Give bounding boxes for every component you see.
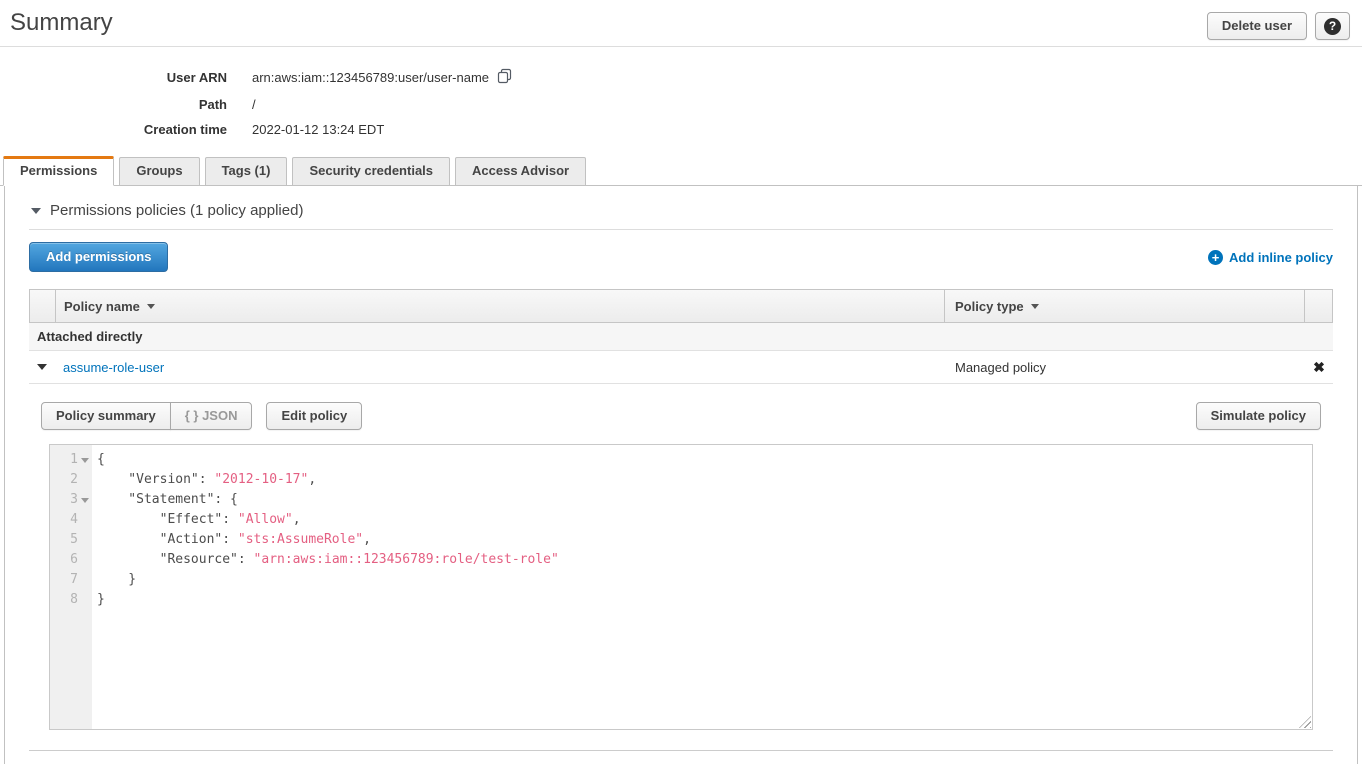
fold-toggle-icon[interactable] [78, 498, 92, 503]
sort-caret-icon [1031, 304, 1039, 309]
policy-name-cell: assume-role-user [55, 360, 945, 375]
detail-row-creation-time: Creation time 2022-01-12 13:24 EDT [0, 117, 1362, 142]
tab-security-credentials[interactable]: Security credentials [292, 157, 450, 186]
header-actions: Delete user ? [1207, 8, 1352, 40]
add-permissions-button[interactable]: Add permissions [29, 242, 168, 272]
line-number: 3 [50, 490, 78, 510]
table-header: Policy name Policy type [29, 289, 1333, 323]
line-number: 5 [50, 530, 78, 550]
line-number: 8 [50, 590, 78, 610]
code-line: } [97, 570, 1312, 590]
policies-table: Policy name Policy type Attached directl… [29, 289, 1333, 751]
row-expander[interactable] [29, 364, 55, 370]
simulate-policy-button[interactable]: Simulate policy [1196, 402, 1321, 430]
braces-icon: { } [185, 408, 199, 423]
page-header: Summary Delete user ? [0, 0, 1362, 47]
policies-toolbar: Add permissions + Add inline policy [29, 242, 1333, 272]
line-number: 4 [50, 510, 78, 530]
group-row-attached-directly: Attached directly [29, 323, 1333, 351]
user-arn-label: User ARN [0, 70, 252, 85]
section-title: Permissions policies (1 policy applied) [50, 202, 303, 219]
creation-time-value: 2022-01-12 13:24 EDT [252, 122, 384, 137]
fold-toggle-icon[interactable] [78, 458, 92, 463]
user-details: User ARN arn:aws:iam::123456789:user/use… [0, 63, 1362, 142]
editor-gutter: 12345678 [50, 445, 92, 729]
line-number: 1 [50, 450, 78, 470]
remove-column-header [1304, 290, 1332, 322]
code-line: "Action": "sts:AssumeRole", [97, 530, 1312, 550]
policy-name-column-header[interactable]: Policy name [56, 290, 944, 322]
json-editor[interactable]: 12345678 { "Version": "2012-10-17", "Sta… [49, 444, 1313, 730]
gutter-line: 3 [50, 490, 92, 510]
code-line: "Resource": "arn:aws:iam::123456789:role… [97, 550, 1312, 570]
editor-code: { "Version": "2012-10-17", "Statement": … [92, 445, 1312, 729]
help-button[interactable]: ? [1315, 12, 1350, 40]
code-line: { [97, 450, 1312, 470]
user-arn-value: arn:aws:iam::123456789:user/user-name [252, 68, 513, 87]
tab-groups[interactable]: Groups [119, 157, 199, 186]
add-inline-policy-link[interactable]: + Add inline policy [1208, 250, 1333, 265]
copy-icon[interactable] [497, 68, 513, 87]
policy-detail-toolbar: Policy summary { } JSON Edit policy Simu… [41, 402, 1321, 430]
policy-type-cell: Managed policy [945, 360, 1305, 375]
gutter-line: 4 [50, 510, 92, 530]
json-button[interactable]: { } JSON [170, 402, 253, 430]
expander-column-header [30, 290, 56, 322]
remove-policy-icon[interactable]: ✖ [1305, 359, 1333, 376]
gutter-line: 1 [50, 450, 92, 470]
line-number: 2 [50, 470, 78, 490]
code-line: "Version": "2012-10-17", [97, 470, 1312, 490]
gutter-line: 7 [50, 570, 92, 590]
delete-user-button[interactable]: Delete user [1207, 12, 1307, 40]
tab-tags[interactable]: Tags (1) [205, 157, 288, 186]
detail-row-path: Path / [0, 92, 1362, 117]
section-collapse-icon [31, 208, 41, 214]
plus-circle-icon: + [1208, 250, 1223, 265]
detail-row-user-arn: User ARN arn:aws:iam::123456789:user/use… [0, 63, 1362, 92]
policy-view-segmented-control: Policy summary { } JSON [41, 402, 252, 430]
sort-caret-icon [147, 304, 155, 309]
help-icon: ? [1324, 18, 1341, 35]
path-value: / [252, 97, 256, 112]
permissions-policies-section-header[interactable]: Permissions policies (1 policy applied) [29, 186, 1333, 230]
gutter-line: 2 [50, 470, 92, 490]
gutter-line: 6 [50, 550, 92, 570]
gutter-line: 5 [50, 530, 92, 550]
iam-user-summary-page: Summary Delete user ? User ARN arn:aws:i… [0, 0, 1362, 766]
code-line: "Effect": "Allow", [97, 510, 1312, 530]
policy-name-link[interactable]: assume-role-user [63, 360, 164, 375]
policy-type-column-header[interactable]: Policy type [944, 290, 1304, 322]
creation-time-label: Creation time [0, 122, 252, 137]
path-label: Path [0, 97, 252, 112]
line-number: 7 [50, 570, 78, 590]
gutter-line: 8 [50, 590, 92, 610]
code-line: } [97, 590, 1312, 610]
page-title: Summary [10, 8, 113, 38]
tab-bar: Permissions Groups Tags (1) Security cre… [0, 156, 1362, 186]
chevron-down-icon [37, 364, 47, 370]
permissions-tab-panel: Permissions policies (1 policy applied) … [4, 186, 1358, 764]
line-number: 6 [50, 550, 78, 570]
code-line: "Statement": { [97, 490, 1312, 510]
policy-table-row: assume-role-user Managed policy ✖ [29, 351, 1333, 384]
tab-permissions[interactable]: Permissions [3, 156, 114, 186]
edit-policy-button[interactable]: Edit policy [266, 402, 362, 430]
policy-detail-expanded: Policy summary { } JSON Edit policy Simu… [29, 384, 1333, 751]
policy-summary-button[interactable]: Policy summary [41, 402, 171, 430]
tab-access-advisor[interactable]: Access Advisor [455, 157, 586, 186]
